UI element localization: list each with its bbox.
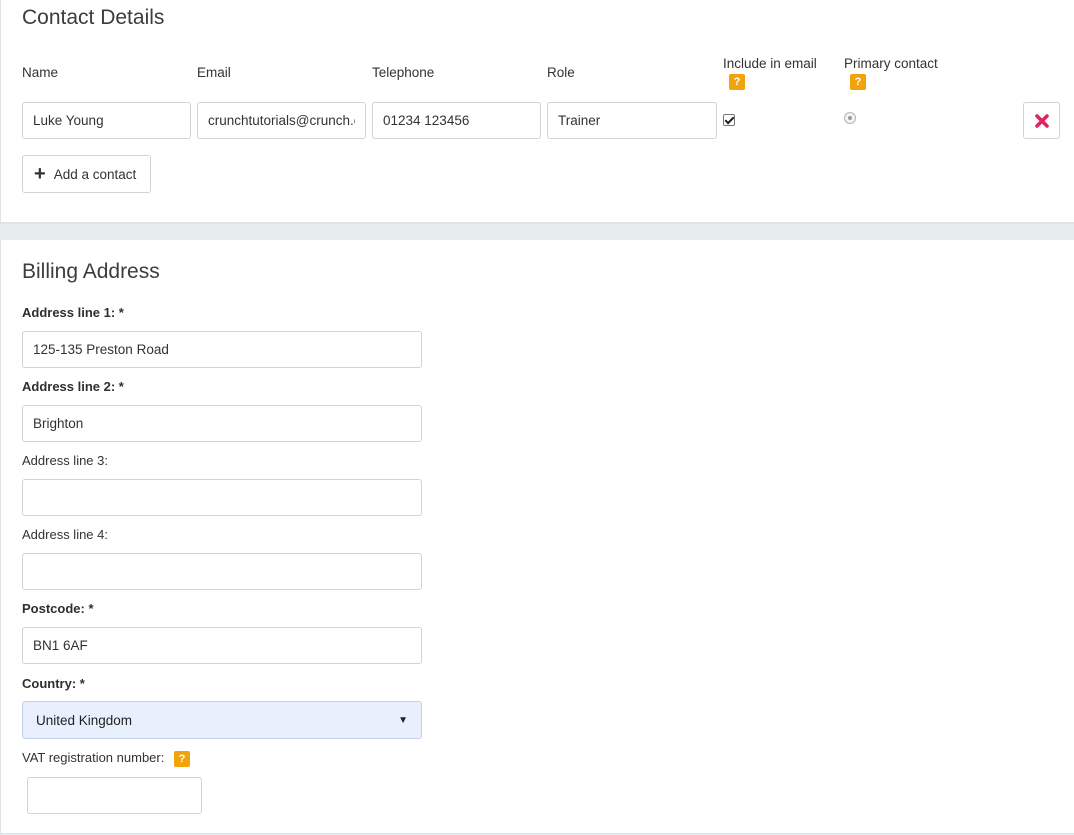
add-contact-label: Add a contact — [53, 166, 137, 182]
contact-details-title: Contact Details — [22, 6, 165, 29]
postcode-input[interactable] — [22, 627, 422, 664]
header-name: Name — [22, 65, 59, 80]
contact-email-input[interactable] — [197, 102, 366, 139]
header-primary-contact: Primary contact — [844, 56, 938, 71]
contact-details-panel: Contact Details Name Email Telephone Rol… — [0, 0, 1074, 224]
address-line-1-label: Address line 1: * — [22, 305, 124, 320]
include-in-email-checkbox[interactable] — [723, 114, 735, 126]
add-contact-button[interactable]: + Add a contact — [22, 155, 151, 193]
delete-contact-button[interactable] — [1023, 102, 1060, 139]
contact-role-input[interactable] — [547, 102, 717, 139]
header-telephone: Telephone — [372, 65, 435, 80]
country-select[interactable]: United Kingdom ▼ — [22, 701, 422, 739]
close-icon — [1034, 113, 1049, 128]
header-include-in-email: Include in email — [723, 56, 817, 71]
include-email-help-icon[interactable]: ? — [729, 74, 745, 90]
billing-address-panel: Billing Address Address line 1: * Addres… — [0, 240, 1074, 834]
primary-contact-help-icon[interactable]: ? — [850, 74, 866, 90]
postcode-label: Postcode: * — [22, 601, 94, 616]
address-line-3-input[interactable] — [22, 479, 422, 516]
vat-help-icon[interactable]: ? — [174, 751, 190, 767]
vat-registration-input[interactable] — [27, 777, 202, 814]
country-label: Country: * — [22, 676, 85, 691]
primary-contact-radio[interactable] — [844, 112, 856, 124]
address-line-4-input[interactable] — [22, 553, 422, 590]
header-role: Role — [547, 65, 575, 80]
plus-icon: + — [34, 163, 46, 185]
contact-telephone-input[interactable] — [372, 102, 541, 139]
address-line-2-label: Address line 2: * — [22, 379, 124, 394]
vat-registration-label: VAT registration number: — [22, 750, 165, 765]
header-email: Email — [197, 65, 231, 80]
chevron-down-icon: ▼ — [398, 714, 408, 726]
address-line-2-input[interactable] — [22, 405, 422, 442]
billing-address-title: Billing Address — [22, 260, 160, 283]
country-selected-value: United Kingdom — [36, 712, 133, 728]
address-line-3-label: Address line 3: — [22, 453, 108, 468]
address-line-4-label: Address line 4: — [22, 527, 108, 542]
address-line-1-input[interactable] — [22, 331, 422, 368]
contact-name-input[interactable] — [22, 102, 191, 139]
